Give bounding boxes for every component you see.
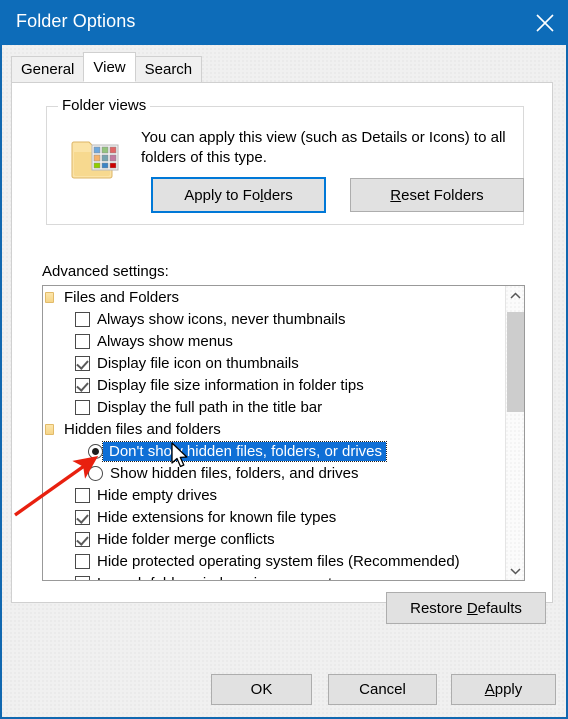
list-item-label: Hide empty drives <box>97 486 218 504</box>
advanced-settings-list: Files and Folders Always show icons, nev… <box>43 286 506 580</box>
list-item[interactable]: Display file size information in folder … <box>43 374 506 396</box>
checkbox-icon[interactable] <box>75 575 90 580</box>
list-item[interactable]: Display file icon on thumbnails <box>43 352 506 374</box>
window-title: Folder Options <box>16 11 136 31</box>
checkbox-icon[interactable] <box>75 355 90 371</box>
reset-folders-button[interactable]: Reset Folders <box>350 178 524 212</box>
ok-button[interactable]: OK <box>211 674 312 705</box>
list-item-label: Display file icon on thumbnails <box>97 354 299 372</box>
checkbox-icon[interactable] <box>75 311 90 327</box>
checkbox-icon[interactable] <box>75 377 90 393</box>
list-item[interactable]: Display the full path in the title bar <box>43 396 506 418</box>
tab-strip: General View Search <box>11 52 203 82</box>
list-item[interactable]: Hide folder merge conflicts <box>43 528 506 550</box>
list-item[interactable]: Show hidden files, folders, and drives <box>43 462 506 484</box>
ok-label: OK <box>250 681 273 698</box>
advanced-settings-listbox[interactable]: Files and Folders Always show icons, nev… <box>42 285 525 581</box>
list-item[interactable]: Hide empty drives <box>43 484 506 506</box>
cancel-button[interactable]: Cancel <box>328 674 437 705</box>
cancel-label: Cancel <box>359 681 406 698</box>
scrollbar-thumb[interactable] <box>507 312 524 412</box>
tab-general-label: General <box>21 61 75 78</box>
folder-options-dialog: Folder Options General View Search Folde… <box>0 0 568 719</box>
list-item-label: Display file size information in folder … <box>97 376 364 394</box>
radio-icon[interactable] <box>88 443 103 459</box>
checkbox-icon[interactable] <box>75 531 90 547</box>
tab-view[interactable]: View <box>83 52 136 82</box>
apply-to-folders-label: Apply to Folders <box>184 186 293 204</box>
list-item-label: Don't show hidden files, folders, or dri… <box>102 440 387 462</box>
list-item-label: Always show menus <box>97 332 233 350</box>
list-item-label: Hidden files and folders <box>64 420 221 438</box>
advanced-settings-label: Advanced settings: <box>42 263 169 280</box>
list-item[interactable]: Hidden files and folders <box>43 418 506 440</box>
reset-folders-label: Reset Folders <box>390 186 484 204</box>
checkbox-icon[interactable] <box>75 399 90 415</box>
folder-icon <box>43 290 57 304</box>
list-item[interactable]: Files and Folders <box>43 286 506 308</box>
view-tab-panel: Folder views You can apply this view (su… <box>11 82 553 624</box>
apply-to-folders-button[interactable]: Apply to Folders <box>151 177 326 213</box>
apply-label: Apply <box>484 681 523 698</box>
checkbox-icon[interactable] <box>75 333 90 349</box>
list-item-label: Hide folder merge conflicts <box>97 530 275 548</box>
list-item-label: Display the full path in the title bar <box>97 398 323 416</box>
tab-search[interactable]: Search <box>134 56 203 82</box>
folder-views-description: You can apply this view (such as Details… <box>141 129 506 166</box>
folder-thumbnails-icon <box>71 134 121 182</box>
list-scrollbar[interactable] <box>505 286 524 580</box>
restore-defaults-button[interactable]: Restore Defaults <box>386 592 546 624</box>
list-item-label: Always show icons, never thumbnails <box>97 310 346 328</box>
list-item[interactable]: Launch folder windows in a separate proc… <box>43 572 506 580</box>
list-item-label: Hide extensions for known file types <box>97 508 337 526</box>
restore-defaults-label: Restore Defaults <box>410 599 522 617</box>
tab-view-label: View <box>93 58 126 76</box>
scroll-down-button[interactable] <box>506 561 524 580</box>
list-item-label: Show hidden files, folders, and drives <box>110 464 359 482</box>
folder-icon <box>43 422 57 436</box>
apply-button[interactable]: Apply <box>451 674 556 705</box>
list-item-selected[interactable]: Don't show hidden files, folders, or dri… <box>43 440 506 462</box>
chevron-up-icon <box>510 287 521 305</box>
tab-search-label: Search <box>144 61 193 78</box>
checkbox-icon[interactable] <box>75 553 90 569</box>
folder-views-group-label: Folder views <box>58 97 151 114</box>
list-item[interactable]: Always show menus <box>43 330 506 352</box>
checkbox-icon[interactable] <box>75 509 90 525</box>
list-item-label: Launch folder windows in a separate proc… <box>90 575 397 581</box>
radio-icon[interactable] <box>88 465 103 481</box>
list-item[interactable]: Hide extensions for known file types <box>43 506 506 528</box>
title-bar: Folder Options <box>0 0 568 45</box>
checkbox-icon[interactable] <box>75 487 90 503</box>
list-item-label: Files and Folders <box>64 288 180 306</box>
list-item[interactable]: Hide protected operating system files (R… <box>43 550 506 572</box>
list-item[interactable]: Always show icons, never thumbnails <box>43 308 506 330</box>
tab-general[interactable]: General <box>11 56 85 82</box>
close-button[interactable] <box>522 0 568 45</box>
chevron-down-icon <box>510 562 521 580</box>
scroll-up-button[interactable] <box>506 286 524 305</box>
list-item-label: Hide protected operating system files (R… <box>97 552 460 570</box>
folder-views-group: Folder views You can apply this view (su… <box>46 97 524 225</box>
